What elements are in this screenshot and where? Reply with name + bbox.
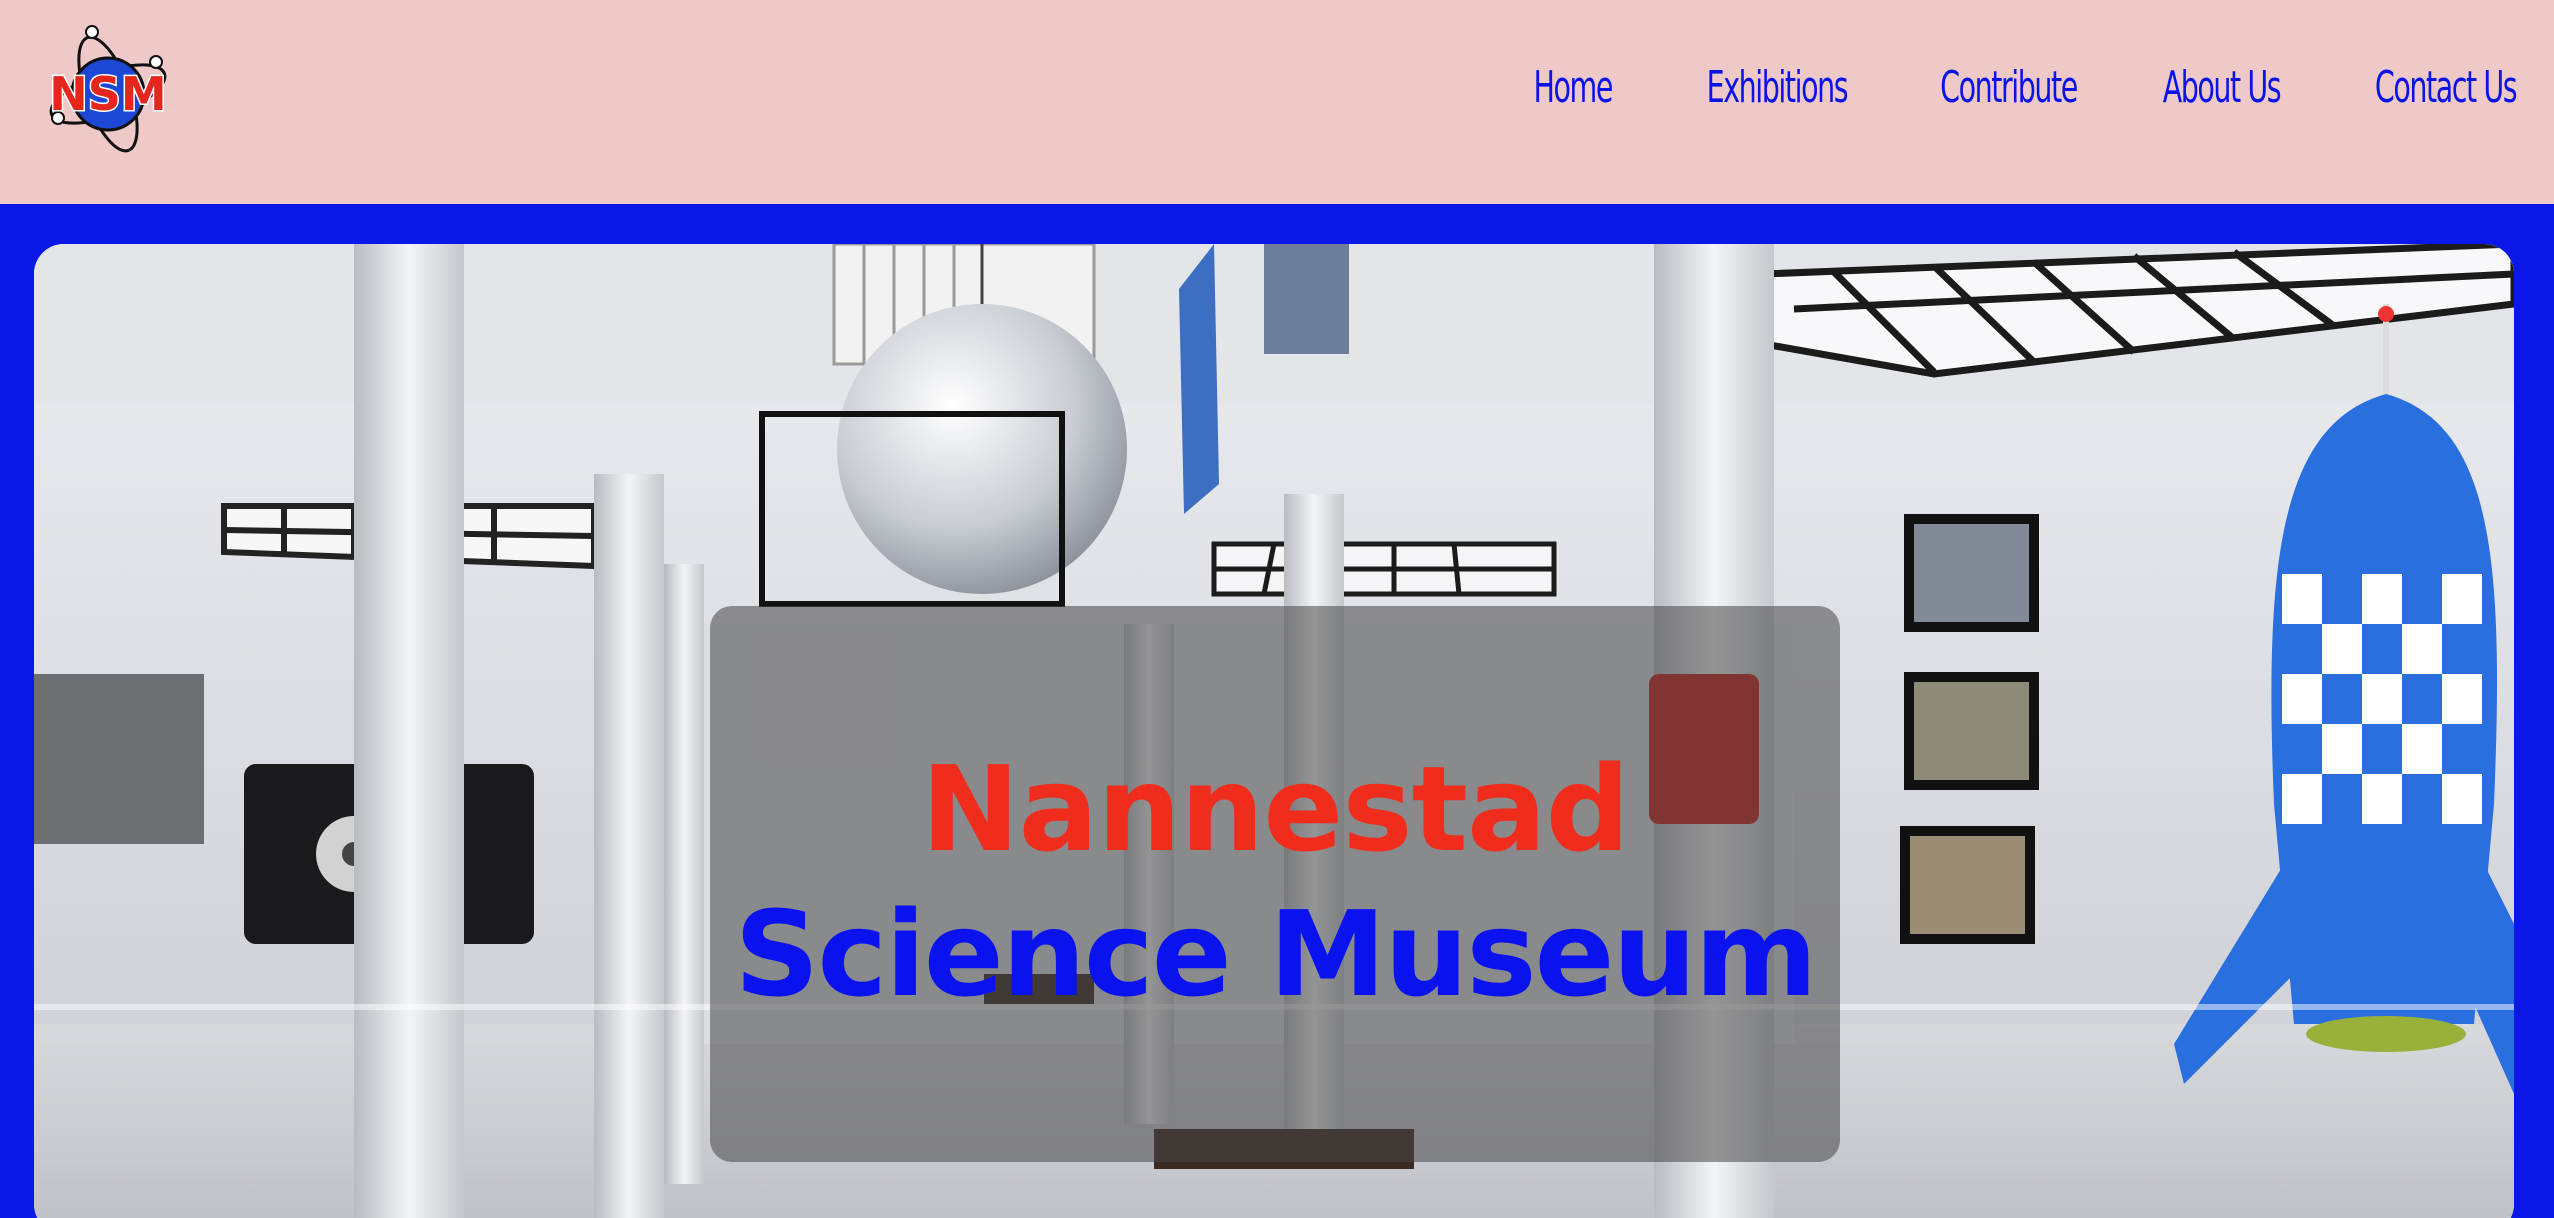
hero-title-line1: Nannestad xyxy=(920,740,1630,878)
nav-about-us[interactable]: About Us xyxy=(2162,62,2281,113)
nav-exhibitions[interactable]: Exhibitions xyxy=(1706,62,1848,113)
hero-title-line2: Science Museum xyxy=(734,885,1817,1023)
nav-home[interactable]: Home xyxy=(1533,62,1613,113)
site-header: NSM Home Exhibitions Contribute About Us… xyxy=(0,0,2554,204)
atom-logo-icon[interactable]: NSM xyxy=(44,22,178,164)
hero-title: Nannestad Science Museum xyxy=(710,606,1840,1162)
hero-title-panel: Nannestad Science Museum xyxy=(710,606,1840,1162)
main-nav: Home Exhibitions Contribute About Us Con… xyxy=(1503,62,2518,113)
hero-banner: Nannestad Science Museum xyxy=(34,244,2514,1218)
nav-contact-us[interactable]: Contact Us xyxy=(2375,62,2518,113)
nav-contribute[interactable]: Contribute xyxy=(1940,62,2078,113)
logo-text: NSM xyxy=(49,67,166,121)
